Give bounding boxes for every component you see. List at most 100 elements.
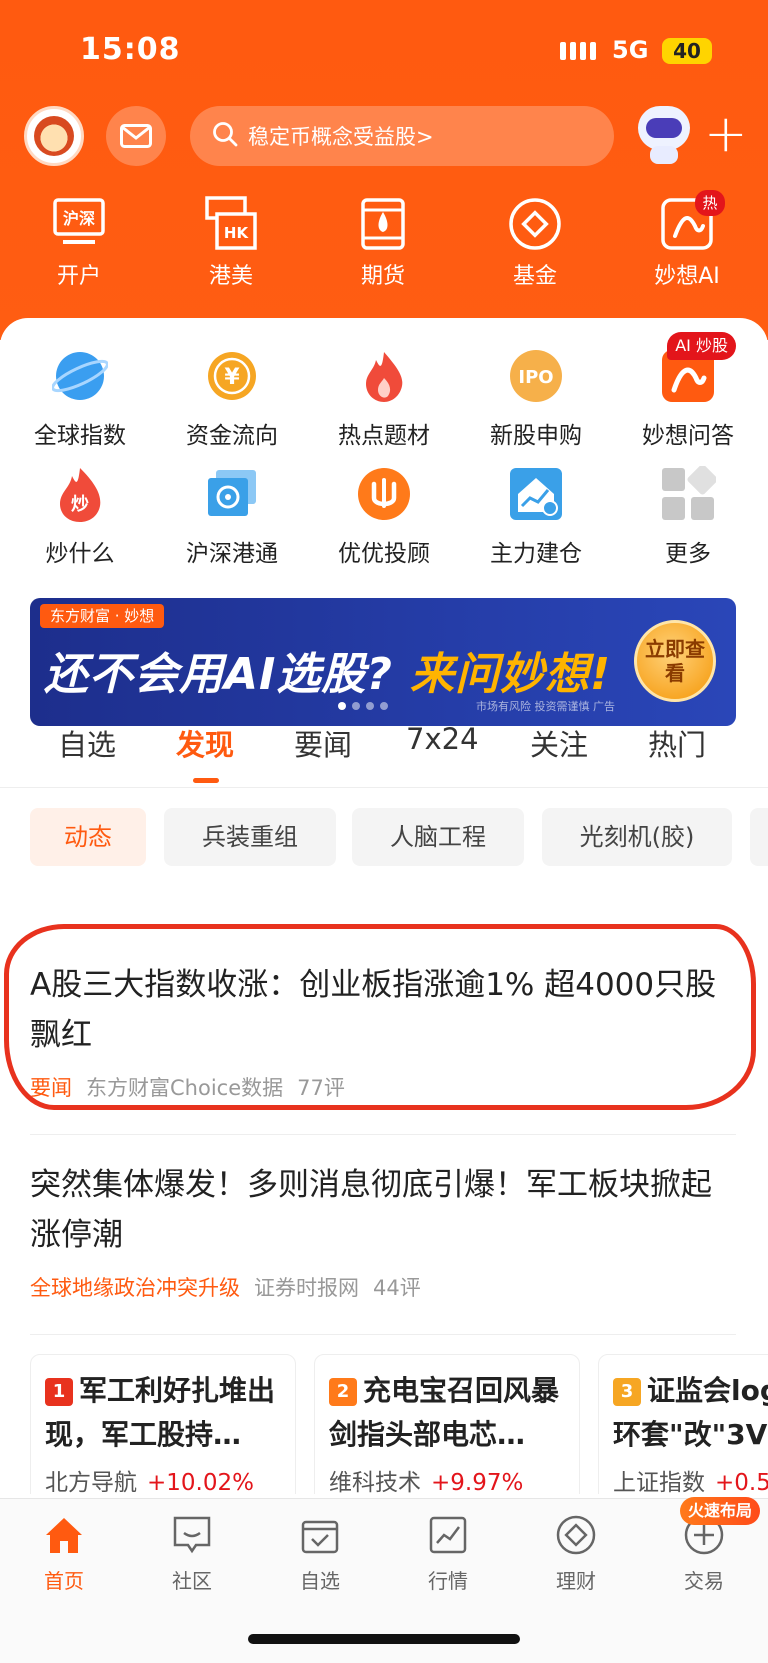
- miaoxiang-ai-icon: 热: [659, 190, 725, 252]
- news-meta: 要闻 东方财富Choice数据 77评: [30, 1072, 736, 1102]
- tabbar-community[interactable]: 社区: [128, 1513, 256, 1594]
- topnav-item-account[interactable]: 沪深 开户: [24, 196, 134, 290]
- chip-dynamic[interactable]: 动态: [30, 808, 146, 866]
- hot-card[interactable]: 1 军工利好扎堆出现，军工股持… 北方导航 +10.02%: [30, 1354, 296, 1494]
- hot-card-stock: 北方导航 +10.02%: [45, 1470, 254, 1494]
- chao-flame-icon: 炒: [52, 466, 108, 522]
- grid-item-ipo[interactable]: IPO 新股申购: [466, 348, 606, 450]
- ai-stock-badge: AI 炒股: [667, 332, 736, 360]
- topnav-item-miaoxiang-ai[interactable]: 热 妙想AI: [632, 190, 742, 290]
- banner-slogan-main: 还不会用AI选股?: [44, 649, 393, 700]
- status-bar: 15:08 5G 40: [0, 30, 768, 74]
- banner-risk-note: 市场有风险 投资需谨慎 广告: [476, 700, 615, 713]
- hot-card[interactable]: 3 证监会log环套"改"3V 上证指数 +0.5: [598, 1354, 768, 1494]
- hk-us-market-icon: HK: [203, 196, 259, 252]
- tab-discover[interactable]: 发现: [176, 722, 234, 764]
- more-grid-icon: [660, 464, 718, 522]
- ipo-icon: IPO: [508, 348, 564, 404]
- news-title: A股三大指数收涨：创业板指涨逾1% 超4000只股飘红: [30, 967, 717, 1053]
- svg-text:IPO: IPO: [518, 367, 553, 388]
- tab-news[interactable]: 要闻: [294, 722, 352, 764]
- hot-cards: 1 军工利好扎堆出现，军工股持… 北方导航 +10.02% 2 充电宝召回风暴剑指头部…: [0, 1354, 768, 1494]
- banner-cta-button[interactable]: 立即查看: [634, 620, 716, 702]
- svg-text:¥: ¥: [224, 365, 240, 390]
- chip-topic[interactable]: 光刻机(胶): [542, 808, 732, 866]
- search-placeholder: 稳定币概念受益股>: [248, 125, 434, 149]
- tabbar-market[interactable]: 行情: [384, 1513, 512, 1594]
- topnav-item-futures[interactable]: 期货: [328, 196, 438, 290]
- miaoxiang-qa-icon: AI 炒股: [660, 332, 736, 404]
- app-header: 15:08 5G 40 稳定币概念受益股> + 沪深 开户 HK 港美 期货 基…: [0, 0, 768, 340]
- news-comments: 77评: [297, 1076, 345, 1100]
- search-icon: [212, 121, 238, 152]
- grid-item-global-index[interactable]: 全球指数: [10, 348, 150, 450]
- tabbar-wealth[interactable]: 理财: [512, 1513, 640, 1594]
- add-icon[interactable]: +: [704, 104, 748, 164]
- rank-badge: 3: [613, 1378, 641, 1406]
- svg-text:HK: HK: [224, 224, 250, 242]
- main-card: 全球指数 ¥ 资金流向 热点题材 IPO 新股申购 AI 炒股 妙想问答 炒 炒…: [0, 318, 768, 1498]
- home-icon: [42, 1513, 86, 1557]
- signal-icon: [560, 42, 596, 60]
- grid-item-hot-topics[interactable]: 热点题材: [314, 348, 454, 450]
- home-indicator: [248, 1634, 520, 1644]
- news-source: 证券时报网: [254, 1276, 359, 1300]
- news-item[interactable]: A股三大指数收涨：创业板指涨逾1% 超4000只股飘红 要闻 东方财富Choice…: [30, 960, 736, 1102]
- grid-item-advisor[interactable]: 优优投顾: [314, 466, 454, 568]
- market-chart-icon: [426, 1513, 470, 1557]
- globe-icon: [51, 348, 109, 404]
- banner-slogan-accent: 来问妙想!: [410, 649, 612, 700]
- account-open-icon: 沪深: [51, 196, 107, 252]
- tabbar-trade[interactable]: 交易: [640, 1513, 768, 1594]
- hot-card-title: 2 充电宝召回风暴剑指头部电芯…: [329, 1374, 560, 1451]
- grid-item-hk-connect[interactable]: 沪深港通: [162, 466, 302, 568]
- advisor-icon: [356, 466, 412, 522]
- divider: [30, 1134, 736, 1135]
- grid-item-more[interactable]: 更多: [618, 464, 758, 568]
- news-item[interactable]: 突然集体爆发！多则消息彻底引爆！军工板块掀起涨停潮 全球地缘政治冲突升级 证券时报…: [30, 1160, 736, 1302]
- community-icon: [170, 1513, 214, 1557]
- ai-robot-icon[interactable]: [630, 100, 696, 166]
- chip-topic-partial[interactable]: [750, 808, 768, 866]
- tab-hot[interactable]: 热门: [648, 722, 706, 764]
- grid-item-main-position[interactable]: 主力建仓: [466, 466, 606, 568]
- tab-follow[interactable]: 关注: [530, 722, 588, 764]
- search-bar[interactable]: 稳定币概念受益股>: [190, 106, 614, 166]
- topic-chips: 动态 兵装重组 人脑工程 光刻机(胶): [0, 808, 768, 866]
- topnav-item-hkus[interactable]: HK 港美: [176, 196, 286, 290]
- news-source: 东方财富Choice数据: [86, 1076, 284, 1100]
- hot-card[interactable]: 2 充电宝召回风暴剑指头部电芯… 维科技术 +9.97%: [314, 1354, 580, 1494]
- flame-icon: [356, 348, 412, 404]
- tab-watchlist[interactable]: 自选: [58, 722, 116, 764]
- chip-topic[interactable]: 兵装重组: [164, 808, 336, 866]
- news-meta: 全球地缘政治冲突升级 证券时报网 44评: [30, 1272, 736, 1302]
- hot-badge: 热: [695, 190, 725, 216]
- active-tab-indicator: [193, 778, 219, 783]
- news-tag: 全球地缘政治冲突升级: [30, 1276, 240, 1300]
- banner-brand: 东方财富 · 妙想: [40, 604, 165, 628]
- divider: [30, 1334, 736, 1335]
- grid-item-chao-shenme[interactable]: 炒 炒什么: [10, 466, 150, 568]
- wealth-icon: [554, 1513, 598, 1557]
- chip-topic[interactable]: 人脑工程: [352, 808, 524, 866]
- hot-card-stock: 上证指数 +0.5: [613, 1470, 768, 1494]
- mail-icon[interactable]: [106, 106, 166, 166]
- tab-7x24[interactable]: 7x24: [406, 722, 479, 756]
- promo-banner[interactable]: 东方财富 · 妙想 还不会用AI选股? 来问妙想! 立即查看 市场有风险 投资需…: [30, 598, 736, 726]
- tabbar-watchlist[interactable]: 自选: [256, 1513, 384, 1594]
- avatar[interactable]: [24, 106, 84, 166]
- fund-icon: [507, 196, 563, 252]
- topnav-item-fund[interactable]: 基金: [480, 196, 590, 290]
- news-title: 突然集体爆发！多则消息彻底引爆！军工板块掀起涨停潮: [30, 1167, 712, 1253]
- hot-card-stock: 维科技术 +9.97%: [329, 1470, 524, 1494]
- futures-icon: [355, 196, 411, 252]
- hot-card-title: 1 军工利好扎堆出现，军工股持…: [45, 1374, 276, 1451]
- grid-item-miaoxiang-qa[interactable]: AI 炒股 妙想问答: [618, 332, 758, 450]
- top-nav: 沪深 开户 HK 港美 期货 基金 热 妙想AI: [0, 190, 768, 296]
- network-label: 5G: [612, 36, 649, 64]
- promo-badge: 火速布局: [680, 1497, 761, 1525]
- house-chart-icon: [508, 466, 564, 522]
- hot-card-title: 3 证监会log环套"改"3V: [613, 1374, 768, 1451]
- grid-item-fund-flow[interactable]: ¥ 资金流向: [162, 348, 302, 450]
- tabbar-home[interactable]: 首页: [0, 1513, 128, 1594]
